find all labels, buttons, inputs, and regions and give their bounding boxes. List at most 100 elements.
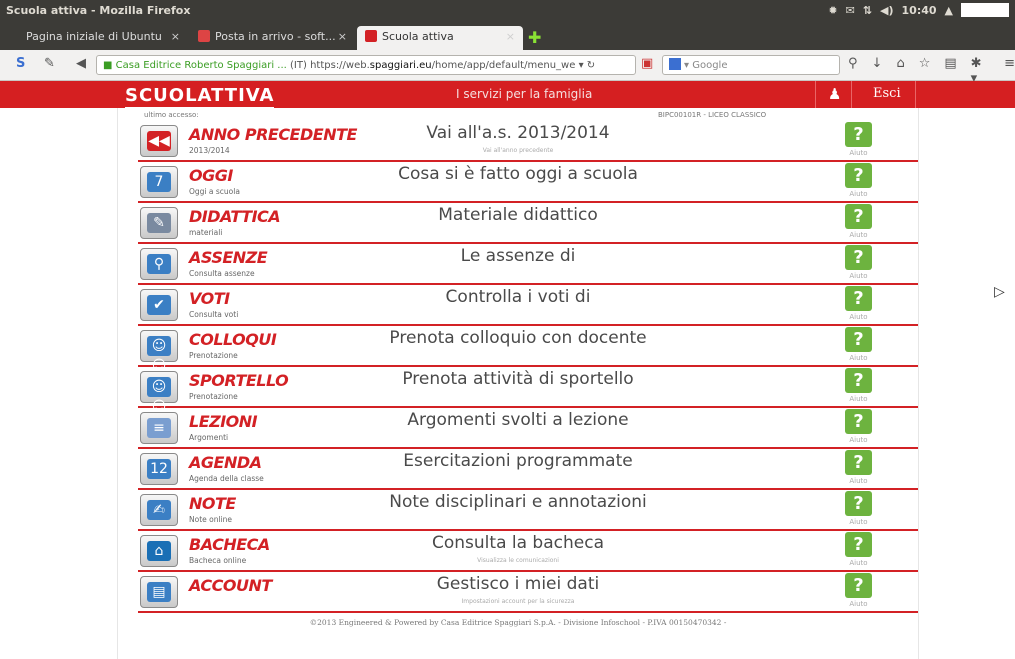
menu-item-label[interactable]: OGGI	[189, 166, 233, 185]
menu-item-label[interactable]: COLLOQUI	[189, 330, 277, 349]
help-icon[interactable]: ?	[845, 286, 872, 311]
user-icon[interactable]: ▲	[945, 4, 953, 17]
menu-item-label[interactable]: LEZIONI	[189, 412, 258, 431]
help-icon[interactable]: ?	[845, 122, 872, 147]
network-icon[interactable]: ⇅	[863, 4, 872, 17]
help-icon[interactable]: ?	[845, 163, 872, 188]
url-bar[interactable]: ■ Casa Editrice Roberto Spaggiari ... (I…	[96, 55, 636, 75]
menu-item-label[interactable]: ASSENZE	[189, 248, 268, 267]
menu-item-description[interactable]: Esercitazioni programmate	[338, 451, 698, 471]
menu-row-anno-precedente[interactable]: ◀◀ ANNO PRECEDENTE 2013/2014 Vai all'a.s. 2…	[138, 122, 918, 162]
menu-row-didattica[interactable]: ✎ DIDATTICA materiali Materiale didattico? A…	[138, 204, 918, 244]
help-label[interactable]: Aiuto	[845, 518, 872, 526]
help-label[interactable]: Aiuto	[845, 231, 872, 239]
menu-row-account[interactable]: ▤ ACCOUNT Gestisco i miei dati Impostazioni…	[138, 573, 918, 613]
search-bar[interactable]: ▾ Google	[662, 55, 840, 75]
menu-row-bacheca[interactable]: ⌂ BACHECA Bacheca online Consulta la bachec…	[138, 532, 918, 572]
tab-scuola-attiva[interactable]: Scuola attiva ×	[357, 26, 523, 50]
help-icon[interactable]: ?	[845, 368, 872, 393]
help-icon[interactable]: ?	[845, 450, 872, 475]
help-icon[interactable]: ?	[845, 409, 872, 434]
menu-row-sportello[interactable]: ☺☺ SPORTELLO Prenotazione Prenota attività …	[138, 368, 918, 415]
mail-icon[interactable]: ✉	[846, 4, 855, 17]
reload-icon[interactable]: ▾ ↻	[579, 60, 596, 71]
id-card-icon[interactable]: ▤	[140, 576, 178, 608]
calendar-back-icon[interactable]: ◀◀	[140, 125, 178, 157]
help-icon[interactable]: ?	[845, 327, 872, 352]
user-name-box[interactable]	[961, 3, 1009, 17]
menu-item-description[interactable]: Controlla i voti di	[338, 287, 698, 307]
tab-bar: Pagina iniziale di Ubuntu × Posta in arr…	[0, 22, 1015, 50]
didactic-material-icon[interactable]: ✎	[140, 207, 178, 239]
menu-item-label[interactable]: VOTI	[189, 289, 230, 308]
menu-row-agenda[interactable]: 12 AGENDA Agenda della classe Esercitazioni…	[138, 450, 918, 490]
menu-item-label[interactable]: ACCOUNT	[189, 576, 272, 595]
volume-icon[interactable]: ◀)	[880, 4, 894, 17]
help-label[interactable]: Aiuto	[845, 559, 872, 567]
menu-row-lezioni[interactable]: ≡ LEZIONI Argomenti Argomenti svolti a lezi…	[138, 409, 918, 449]
addon-icon[interactable]: ▣	[641, 56, 653, 71]
help-icon[interactable]: ?	[845, 532, 872, 557]
grades-icon[interactable]: ✔	[140, 289, 178, 321]
back-icon[interactable]: ◀	[76, 56, 86, 71]
icon-glyph: ◀◀	[147, 131, 171, 151]
agenda-icon[interactable]: 12	[140, 453, 178, 485]
dropbox-icon[interactable]: ✹	[828, 4, 837, 17]
tab-inbox[interactable]: Posta in arrivo - soft... ×	[190, 26, 355, 50]
menu-item-label[interactable]: AGENDA	[189, 453, 262, 472]
menu-item-description[interactable]: Cosa si è fatto oggi a scuola	[338, 164, 698, 184]
scuolattiva-logo[interactable]: SCUOLATTIVA	[125, 85, 275, 108]
menu-item-label[interactable]: DIDATTICA	[189, 207, 281, 226]
menu-row-assenze[interactable]: ⚲ ASSENZE Consulta assenze Le assenze di? Ai…	[138, 245, 918, 285]
help-label[interactable]: Aiuto	[845, 395, 872, 403]
notebook-icon[interactable]: ≡	[140, 412, 178, 444]
calendar-day-icon[interactable]: 7	[140, 166, 178, 198]
tab-close-icon[interactable]: ×	[338, 26, 347, 48]
notes-icon[interactable]: ✍	[140, 494, 178, 526]
menu-item-description[interactable]: Prenota attività di sportello	[338, 369, 698, 389]
menu-item-label[interactable]: BACHECA	[189, 535, 270, 554]
help-label[interactable]: Aiuto	[845, 272, 872, 280]
people-icon[interactable]: ☺☺	[140, 330, 178, 374]
tab-ubuntu-home[interactable]: Pagina iniziale di Ubuntu ×	[18, 26, 188, 50]
extension-s-icon[interactable]: S	[16, 56, 25, 71]
new-tab-icon[interactable]: ✚	[528, 28, 541, 47]
menu-item-description-sub: Vai all'anno precedente	[482, 147, 554, 154]
menu-item-description[interactable]: Consulta la bacheca	[338, 533, 698, 553]
menu-item-description[interactable]: Gestisco i miei dati	[338, 574, 698, 594]
help-icon[interactable]: ?	[845, 204, 872, 229]
tab-close-icon[interactable]: ×	[506, 26, 515, 48]
menu-item-label[interactable]: NOTE	[189, 494, 236, 513]
help-label[interactable]: Aiuto	[845, 190, 872, 198]
extension-icon[interactable]: ✎	[44, 56, 55, 71]
tab-close-icon[interactable]: ×	[171, 26, 180, 48]
help-icon[interactable]: ?	[845, 573, 872, 598]
menu-item-description[interactable]: Materiale didattico	[338, 205, 698, 225]
clock[interactable]: 10:40	[902, 4, 937, 17]
people-icon[interactable]: ☺☺	[140, 371, 178, 415]
help-label[interactable]: Aiuto	[845, 313, 872, 321]
help-label[interactable]: Aiuto	[845, 149, 872, 157]
menu-item-label[interactable]: SPORTELLO	[189, 371, 289, 390]
home-icon[interactable]: ⌂	[140, 535, 178, 567]
menu-row-voti[interactable]: ✔ VOTI Consulta voti Controlla i voti di? Ai…	[138, 286, 918, 326]
menu-row-note[interactable]: ✍ NOTE Note online Note disciplinari e anno…	[138, 491, 918, 531]
help-label[interactable]: Aiuto	[845, 436, 872, 444]
logout-button[interactable]: Esci	[873, 86, 901, 101]
user-profile-icon[interactable]: ♟	[828, 85, 841, 103]
menu-row-oggi[interactable]: 7 OGGI Oggi a scuola Cosa si è fatto oggi a…	[138, 163, 918, 203]
menu-item-description[interactable]: Argomenti svolti a lezione	[338, 410, 698, 430]
google-icon[interactable]	[669, 58, 681, 70]
menu-item-description[interactable]: Vai all'a.s. 2013/2014	[338, 123, 698, 143]
menu-row-colloqui[interactable]: ☺☺ COLLOQUI Prenotazione Prenota colloquio …	[138, 327, 918, 374]
help-icon[interactable]: ?	[845, 245, 872, 270]
menu-item-description[interactable]: Prenota colloquio con docente	[338, 328, 698, 348]
help-label[interactable]: Aiuto	[845, 600, 872, 608]
menu-item-description[interactable]: Le assenze di	[338, 246, 698, 266]
help-label[interactable]: Aiuto	[845, 477, 872, 485]
menu-item-description[interactable]: Note disciplinari e annotazioni	[338, 492, 698, 512]
menu-item-label[interactable]: ANNO PRECEDENTE	[189, 125, 357, 144]
help-label[interactable]: Aiuto	[845, 354, 872, 362]
help-icon[interactable]: ?	[845, 491, 872, 516]
magnifier-icon[interactable]: ⚲	[140, 248, 178, 280]
